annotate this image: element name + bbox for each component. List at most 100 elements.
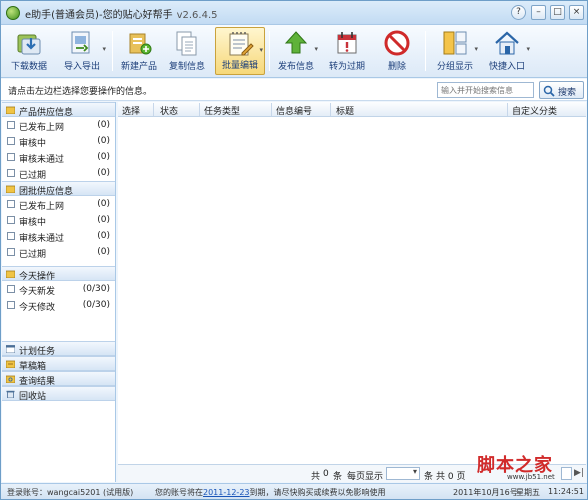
checkbox[interactable] (7, 153, 15, 161)
group-view-button[interactable]: ▾ 分组显示 (431, 27, 479, 75)
expire-date-link[interactable]: 2011-12-23 (203, 488, 250, 497)
sidebar-section-drafts[interactable]: 草稿箱 (2, 356, 115, 372)
per-page-select[interactable] (386, 467, 420, 480)
expire-icon (337, 32, 357, 54)
info-list: 选择 状态 任务类型 信息编号 标题 自定义分类 (118, 102, 586, 464)
column-divider[interactable] (330, 103, 331, 116)
checkbox[interactable] (7, 301, 15, 309)
title-bar: e助手(普通会员)-您的贴心好帮手 v2.6.4.5 ? – □ × (1, 1, 587, 25)
column-header-select[interactable]: 选择 (122, 104, 140, 117)
checkbox[interactable] (7, 137, 15, 145)
copy-info-button[interactable]: 复制信息 (165, 27, 209, 75)
checkbox[interactable] (7, 248, 15, 256)
folder-icon (6, 106, 15, 114)
checkbox[interactable] (7, 285, 15, 293)
main-toolbar: 下载数据 ▾ 导入导出 新建产品 复制信息 ▾ 批量编辑 ▾ 发布信息 转为过期… (1, 25, 587, 78)
total-count: 0 (323, 469, 329, 479)
to-expired-button[interactable]: 转为过期 (325, 27, 369, 75)
column-divider[interactable] (271, 103, 272, 116)
checkbox[interactable] (7, 200, 15, 208)
column-divider[interactable] (153, 103, 154, 116)
download-icon (17, 34, 41, 55)
new-product-icon (129, 33, 152, 55)
column-header-status[interactable]: 状态 (160, 104, 178, 117)
column-header-task-type[interactable]: 任务类型 (204, 104, 240, 117)
delete-button[interactable]: 删除 (375, 27, 419, 75)
sidebar-group-wholesale-supply[interactable]: 团批供应信息 (2, 181, 115, 197)
expire-notice: 您的账号将在2011-12-23到期，请尽快购买或续费以免影响使用 (155, 488, 386, 497)
account-info: 登录账号：wangcai5201 (试用版) (7, 488, 134, 497)
checkbox[interactable] (7, 169, 15, 177)
sidebar-group-today[interactable]: 今天操作 (2, 266, 115, 282)
list-body[interactable] (118, 118, 586, 464)
import-export-button[interactable]: ▾ 导入导出 (57, 27, 107, 75)
sidebar-item-today-new[interactable]: 今天新发 (0/30) (2, 281, 115, 297)
sidebar-section-recycle-bin[interactable]: 回收站 (2, 386, 115, 402)
total-prefix: 共 (311, 472, 321, 482)
download-button[interactable]: 下载数据 (7, 27, 51, 75)
checkbox[interactable] (7, 216, 15, 224)
per-page-unit: 条 (424, 472, 434, 482)
import-export-icon (71, 31, 90, 54)
app-window: e助手(普通会员)-您的贴心好帮手 v2.6.4.5 ? – □ × 下载数据 ▾… (0, 0, 588, 500)
per-page-label: 每页显示 (347, 472, 384, 482)
publish-icon (284, 31, 308, 54)
sidebar-item-product-expired[interactable]: 已过期 (0) (2, 165, 115, 181)
total-pages: 共 0 页 (436, 472, 466, 482)
sidebar-item-wholesale-expired[interactable]: 已过期 (0) (2, 244, 115, 260)
column-divider[interactable] (199, 103, 200, 116)
account-type: (试用版) (103, 488, 134, 497)
batch-edit-icon (229, 32, 254, 56)
minimize-button[interactable]: – (531, 5, 546, 20)
quick-entry-button[interactable]: ▾ 快捷入口 (483, 27, 531, 75)
sidebar-item-wholesale-reviewing[interactable]: 审核中 (0) (2, 212, 115, 228)
list-header: 选择 状态 任务类型 信息编号 标题 自定义分类 (118, 102, 586, 117)
checkbox[interactable] (7, 232, 15, 240)
column-header-info-id[interactable]: 信息编号 (276, 104, 312, 117)
batch-edit-button[interactable]: ▾ 批量编辑 (215, 27, 265, 75)
copy-icon (176, 31, 197, 56)
version-label: v2.6.4.5 (176, 10, 218, 21)
status-time: 11:24:51 (548, 487, 584, 496)
column-header-custom-category[interactable]: 自定义分类 (512, 104, 557, 117)
chevron-down-icon: ▾ (526, 45, 530, 53)
sidebar-section-scheduled-tasks[interactable]: 计划任务 (2, 341, 115, 357)
recycle-bin-icon (6, 390, 15, 398)
home-icon (495, 31, 519, 55)
instruction-hint: 请点击左边栏选择您要操作的信息。 (8, 87, 153, 97)
sidebar-item-today-modified[interactable]: 今天修改 (0/30) (2, 297, 115, 313)
publish-button[interactable]: ▾ 发布信息 (273, 27, 319, 75)
sidebar-item-wholesale-rejected[interactable]: 审核未通过 (0) (2, 228, 115, 244)
status-bar: 登录账号：wangcai5201 (试用版) 您的账号将在2011-12-23到… (1, 483, 587, 499)
sidebar-item-wholesale-published[interactable]: 已发布上网 (0) (2, 196, 115, 212)
sidebar: 产品供应信息 已发布上网 (0) 审核中 (0) 审核未通过 (0) 已过期 (… (2, 102, 116, 482)
sidebar-item-product-reviewing[interactable]: 审核中 (0) (2, 133, 115, 149)
chevron-down-icon: ▾ (474, 45, 478, 53)
chevron-down-icon: ▾ (314, 45, 318, 53)
maximize-button[interactable]: □ (550, 5, 565, 20)
watermark-url: www.jb51.net (507, 473, 555, 481)
drafts-icon (6, 360, 15, 368)
calendar-icon (6, 345, 15, 353)
status-date: 2011年10月16号 (453, 488, 518, 497)
sidebar-group-product-supply[interactable]: 产品供应信息 (2, 102, 115, 118)
watermark: 脚本之家 www.jb51.net (477, 451, 585, 481)
query-icon (6, 375, 15, 383)
column-divider[interactable] (507, 103, 508, 116)
close-button[interactable]: × (569, 5, 584, 20)
sidebar-item-product-published[interactable]: 已发布上网 (0) (2, 117, 115, 133)
search-button[interactable]: 搜索 (539, 81, 584, 99)
status-weekday: 星期五 (516, 488, 540, 497)
sidebar-section-query-results[interactable]: 查询结果 (2, 371, 115, 387)
window-title: e助手(普通会员)-您的贴心好帮手 v2.6.4.5 (25, 10, 218, 21)
folder-icon (6, 270, 15, 278)
account-name: wangcai5201 (47, 488, 101, 497)
sidebar-item-product-rejected[interactable]: 审核未通过 (0) (2, 149, 115, 165)
checkbox[interactable] (7, 121, 15, 129)
search-input[interactable] (437, 82, 534, 98)
help-button[interactable]: ? (511, 5, 526, 20)
delete-icon (384, 30, 410, 56)
new-product-button[interactable]: 新建产品 (117, 27, 161, 75)
column-header-title[interactable]: 标题 (336, 104, 354, 117)
